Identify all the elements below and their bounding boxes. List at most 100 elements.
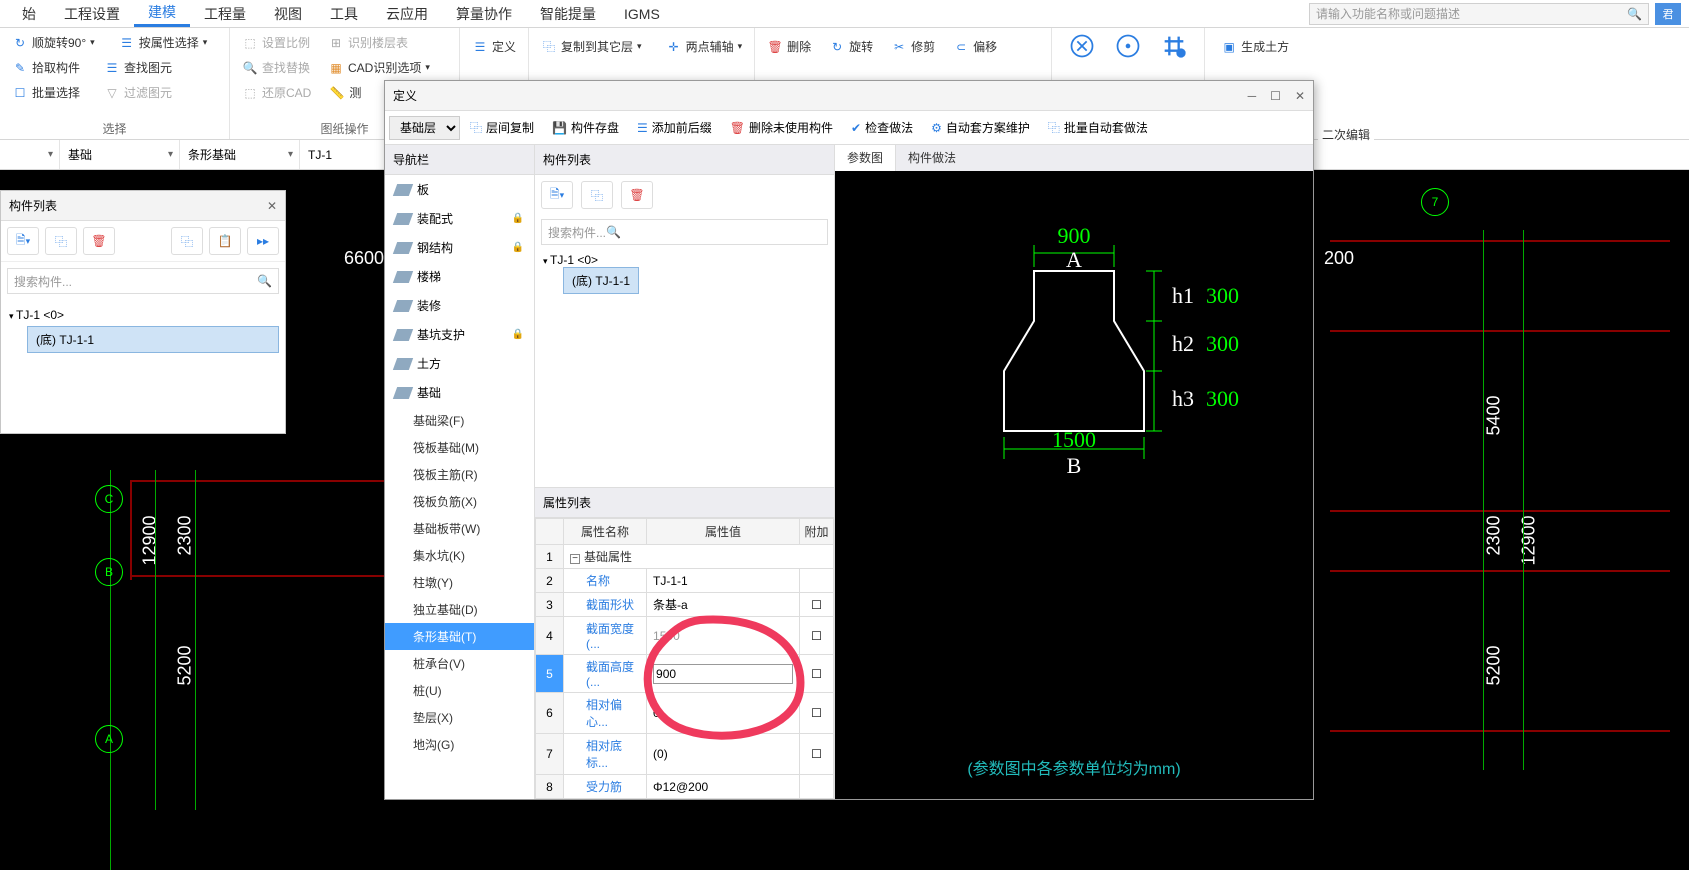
attr-name[interactable]: 相对底标... — [564, 734, 647, 775]
nav-item[interactable]: 土方 — [385, 349, 534, 378]
nav-subitem[interactable]: 地沟(G) — [385, 731, 534, 758]
maximize-icon[interactable]: ☐ — [1270, 89, 1281, 103]
menu-item[interactable]: 始 — [8, 0, 50, 27]
menu-item[interactable]: 视图 — [260, 0, 316, 27]
attr-name[interactable]: 截面高度(... — [564, 655, 647, 693]
menu-item[interactable]: 工具 — [316, 0, 372, 27]
row-number[interactable]: 4 — [536, 617, 564, 655]
attr-name[interactable]: 相对偏心... — [564, 693, 647, 734]
row-number[interactable]: 6 — [536, 693, 564, 734]
add-prefix-button[interactable]: ☰添加前后缀 — [629, 119, 720, 136]
clone-button[interactable]: ⿻ — [171, 227, 203, 255]
knife-icon[interactable] — [1062, 32, 1102, 60]
nav-subitem[interactable]: 条形基础(T) — [385, 623, 534, 650]
attr-name[interactable]: 受力筋 — [564, 775, 647, 799]
nav-item[interactable]: 装配式🔒 — [385, 204, 534, 233]
rotate-90-button[interactable]: ↻顺旋转90°▾ — [8, 32, 99, 53]
attr-extra[interactable]: ☐ — [800, 617, 834, 655]
menu-item[interactable]: IGMS — [610, 0, 674, 27]
collapse-icon[interactable]: − — [570, 554, 580, 564]
row-number[interactable]: 8 — [536, 775, 564, 799]
row-number[interactable]: 5 — [536, 655, 564, 693]
attr-group[interactable]: −基础属性 — [564, 545, 834, 569]
new-button[interactable]: 🗎▾ — [7, 227, 39, 255]
aux-axis-button[interactable]: ✛两点辅轴▾ — [662, 36, 747, 57]
nav-subitem[interactable]: 基础梁(F) — [385, 407, 534, 434]
menu-item[interactable]: 算量协作 — [442, 0, 526, 27]
tree-node[interactable]: ▾ TJ-1 <0> — [543, 253, 826, 267]
attr-value[interactable]: Φ12@200 — [647, 775, 800, 799]
attr-value[interactable]: TJ-1-1 — [647, 569, 800, 593]
attr-value-input[interactable] — [653, 664, 793, 684]
dialog-titlebar[interactable]: 定义 ─ ☐ ✕ — [385, 81, 1313, 111]
auto-scheme-button[interactable]: ⚙自动套方案维护 — [923, 119, 1038, 136]
filter-element-button[interactable]: ▽过滤图元 — [100, 82, 176, 103]
nav-subitem[interactable]: 筏板基础(M) — [385, 434, 534, 461]
recognize-floor-button[interactable]: ⊞识别楼层表 — [324, 32, 412, 53]
attr-extra[interactable]: ☐ — [800, 655, 834, 693]
component-search[interactable]: 搜索构件... 🔍 — [541, 219, 828, 245]
attr-extra[interactable]: ☐ — [800, 734, 834, 775]
set-scale-button[interactable]: ⬚设置比例 — [238, 32, 314, 53]
batch-auto-button[interactable]: ⿻批量自动套做法 — [1040, 119, 1156, 136]
nav-subitem[interactable]: 集水坑(K) — [385, 542, 534, 569]
nav-item[interactable]: 钢结构🔒 — [385, 233, 534, 262]
attr-value[interactable]: 条基-a — [647, 593, 800, 617]
attr-value[interactable]: 0 — [647, 693, 800, 734]
menu-item[interactable]: 工程设置 — [50, 0, 134, 27]
copy-button[interactable]: ⿻ — [581, 181, 613, 209]
offset-button[interactable]: ⊂偏移 — [949, 36, 1001, 57]
attr-name[interactable]: 截面宽度(... — [564, 617, 647, 655]
nav-subitem[interactable]: 柱墩(Y) — [385, 569, 534, 596]
menu-item[interactable]: 工程量 — [190, 0, 260, 27]
new-button[interactable]: 🗎▾ — [541, 181, 573, 209]
row-number[interactable]: 3 — [536, 593, 564, 617]
user-avatar[interactable]: 君 — [1655, 3, 1681, 25]
check-practice-button[interactable]: ✔检查做法 — [843, 119, 921, 136]
paste-button[interactable]: 📋 — [209, 227, 241, 255]
tree-node[interactable]: ▾ TJ-1 <0> — [7, 304, 279, 326]
tab-component-practice[interactable]: 构件做法 — [896, 145, 968, 171]
delete-button[interactable]: 🗑 — [621, 181, 653, 209]
row-number[interactable]: 2 — [536, 569, 564, 593]
nav-subitem[interactable]: 基础板带(W) — [385, 515, 534, 542]
menu-item[interactable]: 智能提量 — [526, 0, 610, 27]
row-number[interactable]: 1 — [536, 545, 564, 569]
grid-icon[interactable] — [1154, 32, 1194, 60]
more-button[interactable]: ▸▸ — [247, 227, 279, 255]
restore-cad-button[interactable]: ⬚还原CAD — [238, 82, 315, 103]
menu-item-modeling[interactable]: 建模 — [134, 0, 190, 27]
nav-item[interactable]: 板 — [385, 175, 534, 204]
attr-extra[interactable]: ☐ — [800, 693, 834, 734]
find-replace-button[interactable]: 🔍查找替换 — [238, 57, 314, 78]
attr-value[interactable]: (0) — [647, 734, 800, 775]
tree-leaf-selected[interactable]: (底) TJ-1-1 — [563, 267, 639, 294]
batch-select-button[interactable]: ☐批量选择 — [8, 82, 84, 103]
find-element-button[interactable]: ☰查找图元 — [100, 57, 176, 78]
minimize-icon[interactable]: ─ — [1248, 89, 1257, 103]
nav-item[interactable]: 基坑支护🔒 — [385, 320, 534, 349]
nav-subitem[interactable]: 垫层(X) — [385, 704, 534, 731]
copy-between-floors-button[interactable]: ⿻层间复制 — [462, 119, 542, 136]
attr-name[interactable]: 截面形状 — [564, 593, 647, 617]
global-search[interactable]: 请输入功能名称或问题描述 🔍 — [1309, 3, 1649, 25]
nav-subitem[interactable]: 筏板负筋(X) — [385, 488, 534, 515]
generate-earthwork-button[interactable]: ▣生成土方 — [1217, 36, 1293, 57]
pick-component-button[interactable]: ✎拾取构件 — [8, 57, 84, 78]
target-icon[interactable] — [1108, 32, 1148, 60]
delete-button[interactable]: 🗑删除 — [763, 36, 815, 57]
nav-subitem[interactable]: 桩(U) — [385, 677, 534, 704]
context-dropdown-1[interactable] — [0, 140, 60, 169]
attr-extra[interactable] — [800, 569, 834, 593]
nav-subitem[interactable]: 桩承台(V) — [385, 650, 534, 677]
delete-unused-button[interactable]: 🗑删除未使用构件 — [722, 119, 841, 136]
trim-button[interactable]: ✂修剪 — [887, 36, 939, 57]
context-dropdown-2[interactable]: 基础 — [60, 140, 180, 169]
delete-button[interactable]: 🗑 — [83, 227, 115, 255]
attr-value[interactable]: 1500 — [647, 617, 800, 655]
attr-value[interactable] — [647, 655, 800, 693]
menu-item[interactable]: 云应用 — [372, 0, 442, 27]
tree-leaf-selected[interactable]: (底) TJ-1-1 — [27, 326, 279, 353]
select-by-attr-button[interactable]: ☰按属性选择▾ — [115, 32, 212, 53]
rotate-button[interactable]: ↻旋转 — [825, 36, 877, 57]
